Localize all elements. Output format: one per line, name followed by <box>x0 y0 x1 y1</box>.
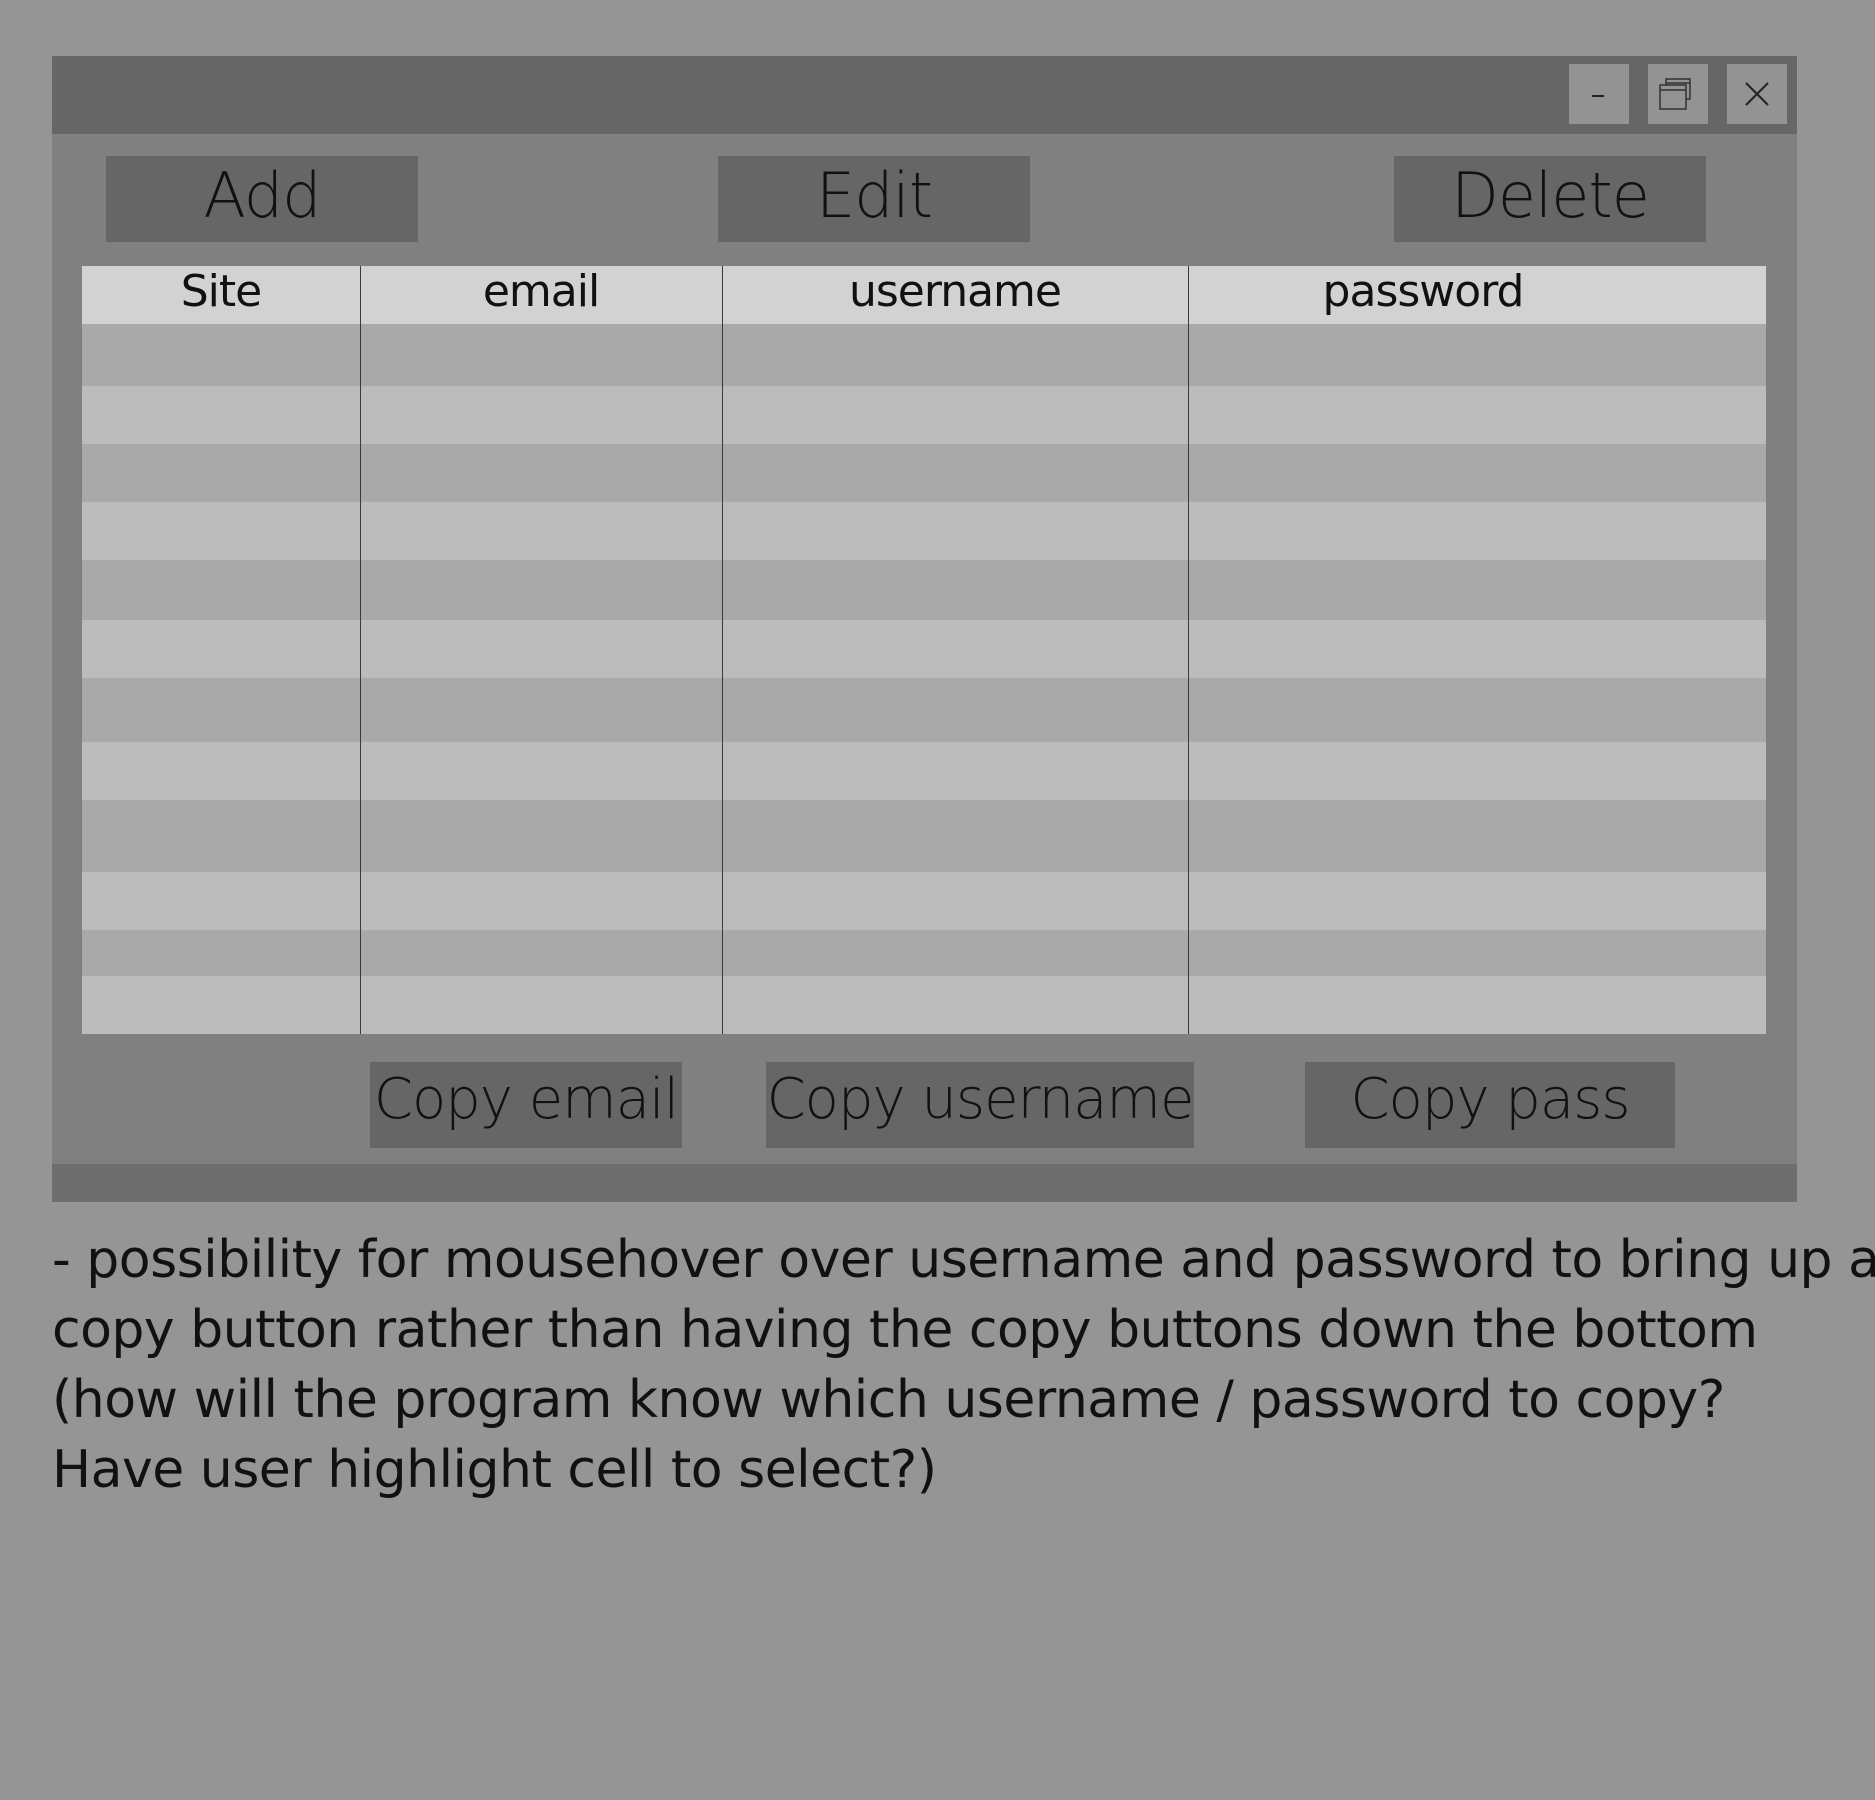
column-header-username[interactable]: username <box>722 266 1188 324</box>
column-header-site[interactable]: Site <box>82 266 360 324</box>
table-body <box>82 324 1766 1034</box>
note-line: Have user highlight cell to select?) <box>52 1440 937 1500</box>
close-button[interactable] <box>1727 64 1787 124</box>
copy-email-button[interactable]: Copy email <box>370 1062 682 1148</box>
table-row[interactable] <box>82 930 1766 976</box>
title-bar[interactable] <box>52 56 1797 134</box>
table-row[interactable] <box>82 560 1766 620</box>
design-note: - possibility for mousehover over userna… <box>52 1225 1875 1505</box>
edit-button[interactable]: Edit <box>718 156 1030 242</box>
table-row[interactable] <box>82 976 1766 1034</box>
column-divider <box>722 266 723 1034</box>
table-row[interactable] <box>82 872 1766 930</box>
copy-pass-button[interactable]: Copy pass <box>1305 1062 1675 1148</box>
note-line: copy button rather than having the copy … <box>52 1300 1758 1360</box>
add-button[interactable]: Add <box>106 156 418 242</box>
table-header: Site email username password <box>82 266 1766 324</box>
note-line: (how will the program know which usernam… <box>52 1370 1725 1430</box>
minimize-button[interactable] <box>1569 64 1629 124</box>
maximize-button[interactable] <box>1648 64 1708 124</box>
column-header-email[interactable]: email <box>360 266 722 324</box>
table-row[interactable] <box>82 678 1766 742</box>
table-row[interactable] <box>82 800 1766 872</box>
table-row[interactable] <box>82 620 1766 678</box>
delete-button[interactable]: Delete <box>1394 156 1706 242</box>
table-row[interactable] <box>82 502 1766 560</box>
minimize-icon <box>1592 95 1604 97</box>
note-line: - possibility for mousehover over userna… <box>52 1230 1875 1290</box>
column-divider <box>1188 266 1189 1034</box>
table-row[interactable] <box>82 444 1766 502</box>
copy-username-button[interactable]: Copy username <box>766 1062 1194 1148</box>
close-x-icon <box>1745 82 1769 106</box>
column-header-password[interactable]: password <box>1188 266 1658 324</box>
table-row[interactable] <box>82 324 1766 386</box>
status-bar <box>52 1164 1797 1202</box>
app-window: Add Edit Delete Site email username pass… <box>52 56 1797 1202</box>
column-divider <box>360 266 361 1034</box>
restore-windows-icon <box>1659 78 1691 110</box>
table-row[interactable] <box>82 742 1766 800</box>
credentials-table: Site email username password <box>82 266 1766 1034</box>
table-row[interactable] <box>82 386 1766 444</box>
